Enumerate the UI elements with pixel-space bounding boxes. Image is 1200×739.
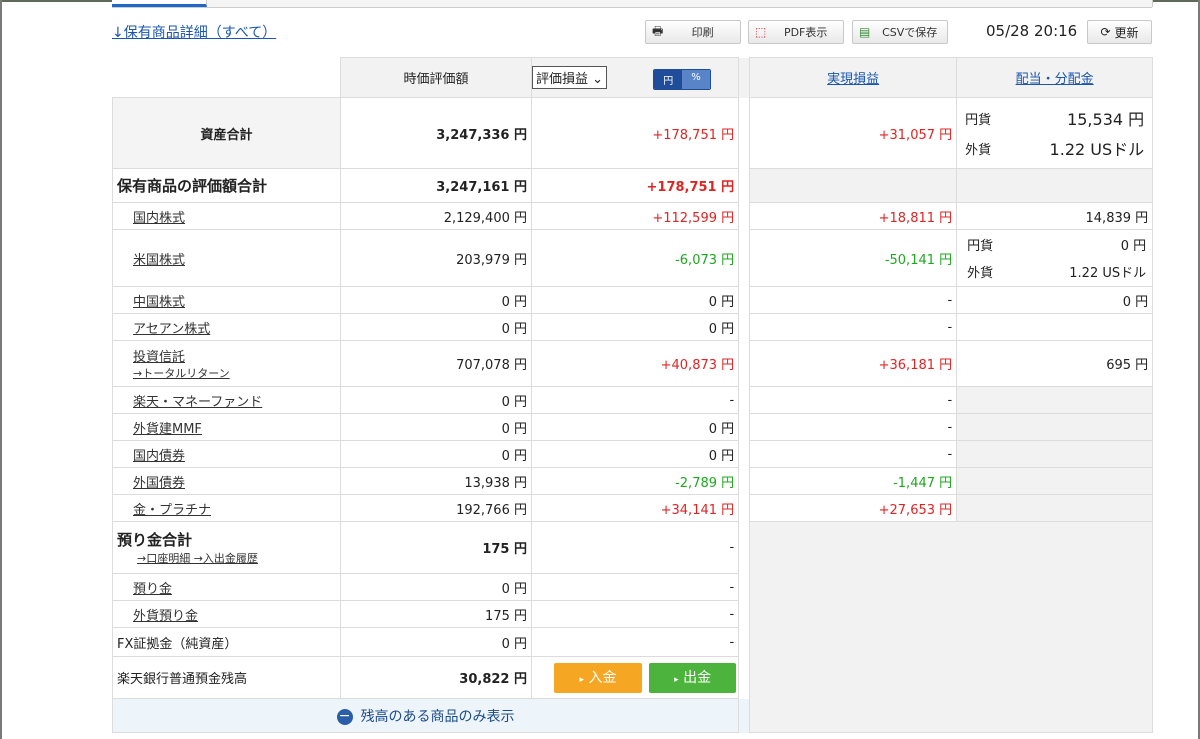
print-button[interactable]: 🖶 印刷 [645,20,741,44]
table-row: 国内債券 0 円 0 円 - [112,440,1154,468]
asset-total-pl: +178,751 円 [530,97,740,169]
arrow-right-icon: ▸ [674,674,679,685]
table-row: 国内株式 2,129,400 円 +112,599 円 +18,811 円 14… [112,202,1154,230]
tab[interactable] [400,0,485,7]
tab[interactable] [316,0,401,7]
row-name-link[interactable]: 外貨建MMF [133,422,202,437]
tab-active[interactable] [112,0,207,7]
row-name-link[interactable]: 国内債券 [133,449,185,464]
holdings-total-pl: +178,751 円 [530,168,740,203]
empty-area [749,521,1154,733]
tab[interactable] [750,0,951,7]
tab[interactable] [484,0,600,7]
tab[interactable] [207,0,264,7]
row-name-link[interactable]: 預り金 [133,582,172,597]
asset-total-label: 資産合計 [112,97,341,169]
show-holdings-only-toggle[interactable]: − 残高のある商品のみ表示 [111,698,740,733]
dividend-header[interactable]: 配当・分配金 [956,57,1154,98]
asset-total-value: 3,247,336 円 [340,97,532,169]
pl-select[interactable]: 評価損益 ⌄ [532,65,608,89]
table-row: 中国株式 0 円 0 円 - 0 円 [112,286,1154,314]
row-name-link[interactable]: アセアン株式 [133,322,210,337]
deposit-total-label: 預り金合計 [117,531,193,549]
tab[interactable] [599,0,751,7]
total-return-link[interactable]: →トータルリターン [133,367,230,380]
row-name-link[interactable]: 国内株式 [133,211,185,226]
holdings-total-label: 保有商品の評価額合計 [112,168,341,203]
printer-icon: 🖶 [652,23,664,38]
holdings-total-value: 3,247,161 円 [340,168,532,203]
table-row: 米国株式 203,979 円 -6,073 円 -50,141 円 円貨 0 円 … [112,229,1154,287]
refresh-button[interactable]: ⟳ 更新 [1087,20,1152,44]
row-name-link[interactable]: 外貨預り金 [133,609,198,624]
holdings-detail-link[interactable]: ↓保有商品詳細（すべて） [112,22,276,42]
timestamp: 05/28 20:16 [986,22,1078,40]
holdings-total-row: 保有商品の評価額合計 3,247,161 円 +178,751 円 [112,168,1154,203]
spreadsheet-icon: ▤ [859,25,871,39]
tab[interactable] [950,0,1153,7]
asset-total-row: 資産合計 3,247,336 円 +178,751 円 +31,057 円 円貨… [112,97,1154,169]
row-name-link[interactable]: 投資信託 [133,350,185,365]
withdraw-button[interactable]: ▸ 出金 [649,662,737,693]
pdf-button[interactable]: ⬚ PDF表示 [748,20,844,44]
asset-total-dividend: 円貨 15,534 円 外貨 1.22 USドル [956,97,1154,169]
holdings-table: 時価評価額 評価損益 ⌄ 円 % 実現損益 配当・分配金 資産合計 3,247,… [111,57,1154,733]
yen-percent-toggle[interactable]: 円 % [653,68,711,90]
deposit-button[interactable]: ▸ 入金 [554,662,642,693]
arrow-right-icon: ▸ [579,674,585,685]
market-value-header: 時価評価額 [340,57,532,98]
asset-total-realized: +31,057 円 [749,97,958,169]
table-row: 投資信託 →トータルリターン 707,078 円 +40,873 円 +36,1… [112,340,1154,387]
header-row: 時価評価額 評価損益 ⌄ 円 % 実現損益 配当・分配金 [112,57,1154,98]
csv-button[interactable]: ▤ CSVで保存 [852,20,948,44]
tab-strip [112,0,1153,8]
table-row: 楽天・マネーファンド 0 円 - - [112,386,1154,414]
realized-header[interactable]: 実現損益 [749,57,958,98]
tab[interactable] [263,0,317,7]
us-dividend-cell: 円貨 0 円 外貨 1.22 USドル [956,229,1154,287]
table-row: 金・プラチナ 192,766 円 +34,141 円 +27,653 円 [112,494,1154,522]
deposit-total-row: 預り金合計 →口座明細 →入出金履歴 175 円 - [112,521,1154,733]
chevron-down-icon: ⌄ [592,71,604,87]
pl-header: 評価損益 ⌄ 円 % [530,57,740,98]
table-row: アセアン株式 0 円 0 円 - [112,313,1154,341]
row-name-link[interactable]: 中国株式 [133,295,185,310]
row-name-link[interactable]: 楽天・マネーファンド [133,395,262,410]
minus-circle-icon: − [336,708,353,725]
table-row: 外貨建MMF 0 円 0 円 - [112,413,1154,441]
toggle-percent[interactable]: % [682,69,710,89]
toggle-yen[interactable]: 円 [654,69,683,89]
row-name-link[interactable]: 米国株式 [133,253,185,268]
left-edge [0,0,2,739]
refresh-icon: ⟳ [1100,25,1111,39]
row-name-link[interactable]: 金・プラチナ [133,503,211,518]
account-history-links[interactable]: →口座明細 →入出金履歴 [137,552,258,565]
table-row: 外国債券 13,938 円 -2,789 円 -1,447 円 [112,467,1154,495]
row-name-link[interactable]: 外国債券 [133,476,185,491]
pdf-icon: ⬚ [755,25,767,39]
